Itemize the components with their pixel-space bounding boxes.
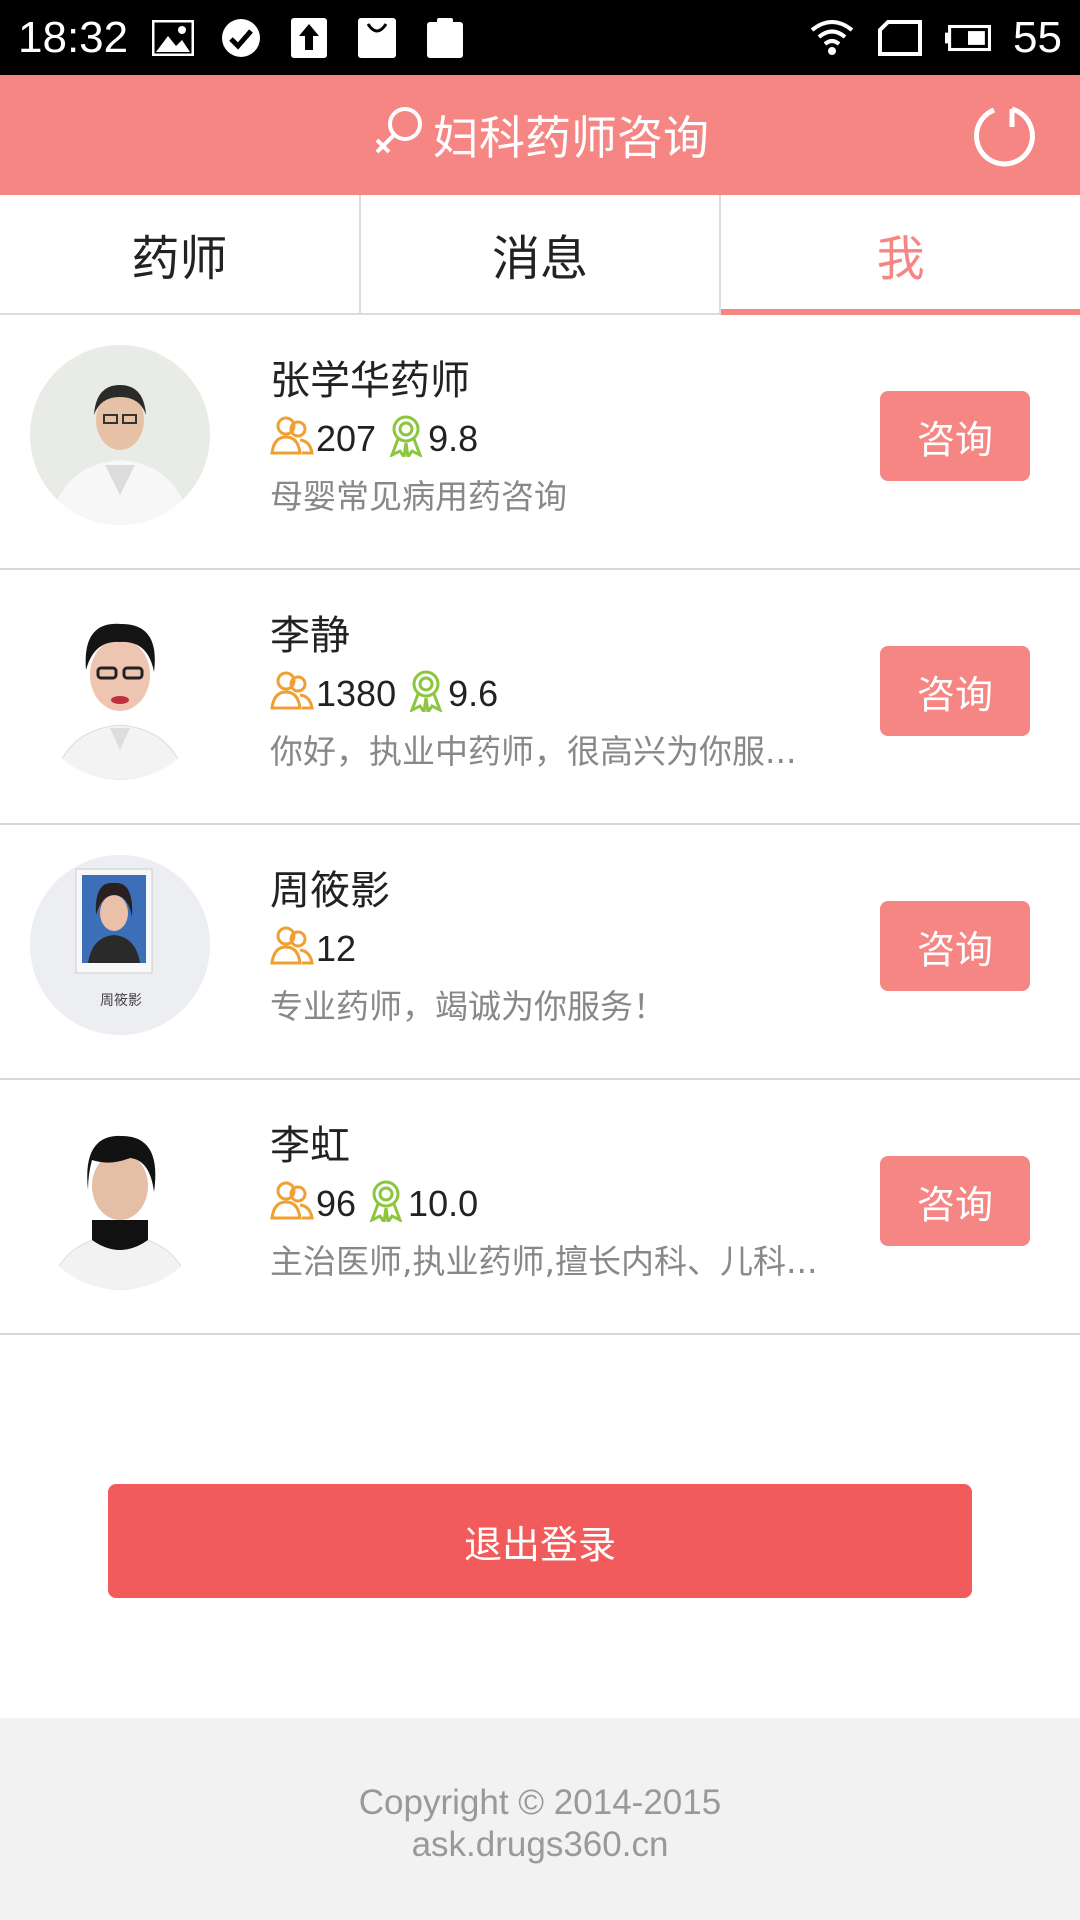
consult-count: 96 (316, 1183, 357, 1224)
rating-score: 10.0 (408, 1183, 479, 1224)
pharmacist-description: 母婴常见病用药咨询 (270, 477, 567, 516)
pharmacist-description: 你好，执业中药师，很高兴为你服... (270, 732, 797, 771)
pharmacist-info: 李静 1380 9.6 你好，执业中药师，很高兴为你服... (270, 608, 860, 780)
site-link[interactable]: ask.drugs360.cn (412, 1824, 669, 1866)
svg-text:周筱影: 周筱影 (100, 992, 142, 1009)
list-item[interactable]: 周筱影 周筱影 12 专业药师，竭诚为你服务！ 咨询 (0, 825, 1080, 1080)
sim-icon (877, 15, 923, 61)
pharmacist-name: 李静 (270, 613, 350, 659)
pharmacist-info: 李虹 96 10.0 主治医师,执业药师,擅长内科、儿科... (270, 1118, 860, 1290)
status-time: 18:32 (18, 12, 129, 62)
pharmacist-name: 周筱影 (270, 868, 390, 914)
battery-icon (945, 15, 992, 61)
battery-level: 55 (1013, 12, 1062, 62)
avatar (30, 345, 210, 525)
users-icon (270, 1178, 316, 1231)
consult-button[interactable]: 咨询 (880, 391, 1030, 481)
pharmacist-description: 主治医师,执业药师,擅长内科、儿科... (270, 1242, 818, 1281)
consult-count: 207 (316, 418, 377, 459)
wifi-icon (809, 15, 855, 61)
pharmacist-description: 专业药师，竭诚为你服务！ (270, 987, 666, 1026)
rating-score: 9.8 (428, 418, 479, 459)
pharmacist-name: 张学华药师 (270, 358, 470, 404)
female-symbol-icon (371, 102, 427, 169)
award-icon (406, 668, 448, 721)
pharmacist-name: 李虹 (270, 1123, 350, 1169)
users-icon (270, 668, 316, 721)
check-circle-icon (218, 15, 264, 61)
consult-button[interactable]: 咨询 (880, 901, 1030, 991)
pharmacist-stats: 96 10.0 (270, 1174, 860, 1234)
pharmacist-stats: 207 9.8 (270, 409, 860, 469)
consult-button[interactable]: 咨询 (880, 646, 1030, 736)
consult-button[interactable]: 咨询 (880, 1156, 1030, 1246)
page-title: 妇科药师咨询 (371, 102, 709, 169)
users-icon (270, 413, 316, 466)
avatar (30, 1110, 210, 1290)
tab-pharmacists[interactable]: 药师 (0, 195, 361, 313)
list-item[interactable]: 张学华药师 207 9.8 母婴常见病用药咨询 咨询 (0, 315, 1080, 570)
avatar: 周筱影 (30, 855, 210, 1035)
footer: Copyright © 2014-2015 ask.drugs360.cn (0, 1718, 1080, 1920)
rating-score: 9.6 (448, 673, 499, 714)
clipboard-icon (422, 15, 468, 61)
award-icon (366, 1178, 408, 1231)
logout-button[interactable]: 退出登录 (108, 1484, 972, 1598)
users-icon (270, 923, 316, 976)
list-item[interactable]: 李静 1380 9.6 你好，执业中药师，很高兴为你服... 咨询 (0, 570, 1080, 825)
tab-messages[interactable]: 消息 (361, 195, 722, 313)
pharmacist-stats: 12 (270, 919, 860, 979)
app-header: 妇科药师咨询 (0, 75, 1080, 195)
pharmacist-info: 周筱影 12 专业药师，竭诚为你服务！ (270, 863, 860, 1035)
list-item[interactable]: 李虹 96 10.0 主治医师,执业药师,擅长内科、儿科... 咨询 (0, 1080, 1080, 1335)
award-icon (386, 413, 428, 466)
tab-me[interactable]: 我 (721, 195, 1080, 315)
page-title-text: 妇科药师咨询 (433, 111, 709, 165)
upload-icon (286, 15, 332, 61)
pharmacist-list: 张学华药师 207 9.8 母婴常见病用药咨询 咨询 李静 1380 9.6 你… (0, 315, 1080, 1335)
consult-count: 12 (316, 928, 357, 969)
status-bar: 18:32 55 (0, 0, 1080, 75)
refresh-icon[interactable] (970, 101, 1038, 169)
avatar (30, 600, 210, 780)
image-icon (150, 15, 196, 61)
consult-count: 1380 (316, 673, 397, 714)
copyright-text: Copyright © 2014-2015 (358, 1783, 722, 1822)
pharmacist-stats: 1380 9.6 (270, 664, 860, 724)
bag-icon (354, 15, 400, 61)
tab-bar: 药师 消息 我 (0, 195, 1080, 315)
pharmacist-info: 张学华药师 207 9.8 母婴常见病用药咨询 (270, 353, 860, 525)
